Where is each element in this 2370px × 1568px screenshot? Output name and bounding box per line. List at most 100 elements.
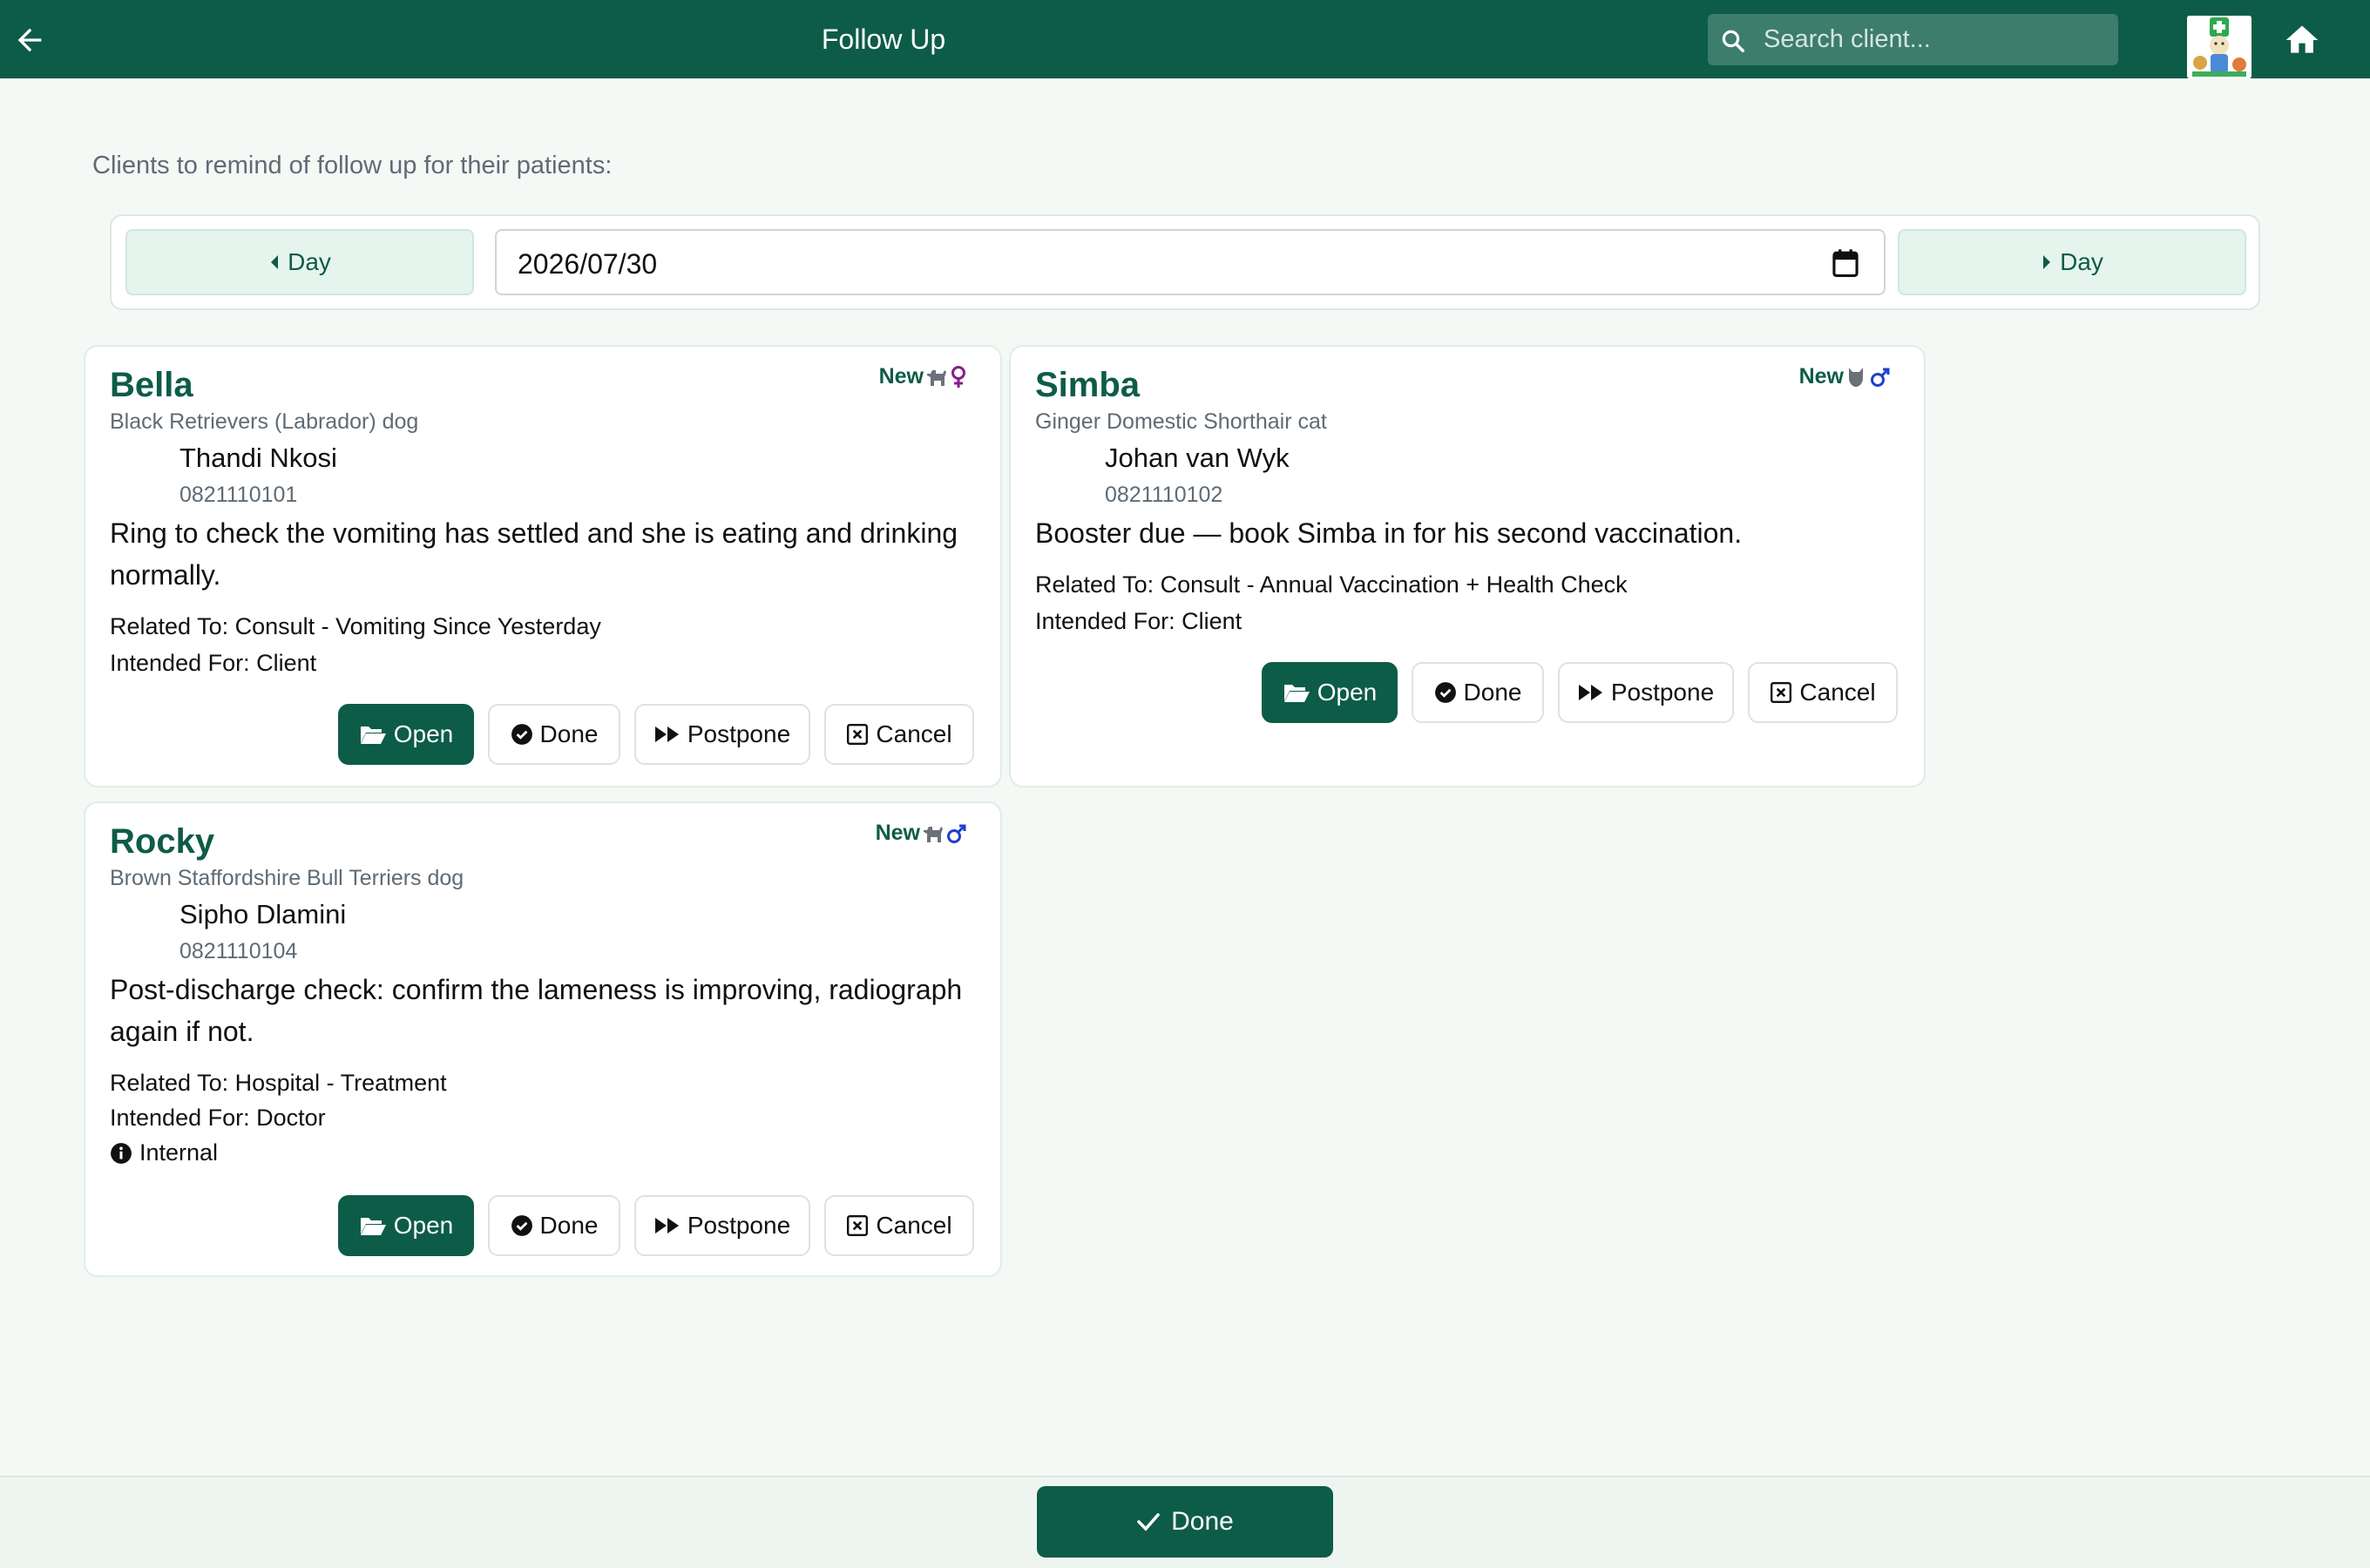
top-bar: Follow Up (0, 0, 2370, 78)
patient-badge: New (1799, 364, 1891, 389)
open-label: Open (1317, 679, 1378, 706)
postpone-label: Postpone (687, 720, 791, 747)
followup-note: Booster due — book Simba in for his seco… (1035, 517, 1743, 549)
close-square-icon (847, 1214, 869, 1237)
internal-label: Internal (139, 1139, 219, 1166)
open-button[interactable]: Open (338, 1195, 474, 1256)
close-square-icon (1771, 681, 1792, 704)
pet-name[interactable]: Simba (1035, 366, 1140, 405)
dog-icon (924, 826, 943, 842)
close-square-icon (847, 723, 869, 746)
home-button[interactable] (2283, 21, 2321, 59)
dog-icon (927, 369, 946, 386)
postpone-label: Postpone (687, 1212, 791, 1239)
caret-left-icon (271, 255, 279, 269)
intended-for: Intended For: Client (110, 650, 317, 676)
followup-card: Bella New Black Retrievers (Labrador) do… (84, 345, 1002, 787)
info-circle-icon (111, 1142, 132, 1164)
client-name: Thandi Nkosi (179, 443, 337, 473)
followup-card: Rocky New Brown Staffordshire Bull Terri… (84, 801, 1002, 1277)
clinic-logo-image (2187, 16, 2252, 78)
search-input[interactable] (1764, 14, 2109, 65)
cancel-label: Cancel (1799, 679, 1876, 706)
cat-icon (1849, 367, 1863, 387)
client-name: Sipho Dlamini (179, 899, 347, 929)
folder-open-icon (360, 1218, 386, 1235)
patient-badge: New (879, 364, 967, 389)
pet-breed: Ginger Domestic Shorthair cat (1035, 409, 1327, 434)
previous-day-label: Day (288, 248, 331, 275)
cancel-label: Cancel (876, 1212, 952, 1239)
intended-for: Intended For: Doctor (110, 1105, 326, 1131)
open-label: Open (393, 1212, 454, 1239)
footer-bar: Done (0, 1476, 2370, 1568)
footer-done-label: Done (1171, 1507, 1234, 1536)
cancel-button[interactable]: Cancel (1748, 662, 1898, 723)
male-icon (1871, 368, 1890, 387)
home-icon (2285, 25, 2319, 53)
female-icon (951, 365, 965, 388)
intro-text: Clients to remind of follow up for their… (92, 152, 613, 179)
check-circle-icon (511, 1215, 532, 1236)
open-button[interactable]: Open (1262, 662, 1398, 723)
intended-for: Intended For: Client (1035, 608, 1243, 634)
related-to: Related To: Consult - Vomiting Since Yes… (110, 613, 601, 639)
done-label: Done (539, 720, 599, 747)
page-title: Follow Up (821, 24, 946, 55)
calendar-icon[interactable] (1832, 248, 1859, 278)
pet-name[interactable]: Rocky (110, 822, 214, 862)
check-icon (1137, 1513, 1160, 1531)
male-icon (947, 824, 966, 843)
check-circle-icon (511, 724, 532, 745)
card-actions: Open Done Postpone Cancel (338, 1195, 974, 1256)
done-label: Done (539, 1212, 599, 1239)
card-actions: Open Done Postpone Cancel (1262, 662, 1898, 723)
pet-name[interactable]: Bella (110, 366, 193, 405)
done-button[interactable]: Done (488, 1195, 620, 1256)
followup-note: Ring to check the vomiting has settled a… (110, 517, 958, 591)
previous-day-button[interactable]: Day (125, 229, 474, 295)
related-to: Related To: Hospital - Treatment (110, 1070, 447, 1096)
postpone-button[interactable]: Postpone (634, 704, 810, 765)
folder-open-icon (1283, 685, 1310, 702)
search-icon (1722, 30, 1744, 52)
folder-open-icon (360, 727, 386, 744)
pet-breed: Black Retrievers (Labrador) dog (110, 409, 419, 434)
followup-note: Post-discharge check: confirm the lamene… (110, 974, 963, 1047)
date-navigator: Day 2026/07/30 Day (110, 214, 2260, 310)
fast-forward-icon (1578, 685, 1602, 700)
postpone-button[interactable]: Postpone (1558, 662, 1734, 723)
cancel-button[interactable]: Cancel (824, 1195, 974, 1256)
next-day-button[interactable]: Day (1898, 229, 2246, 295)
next-day-label: Day (2060, 248, 2103, 275)
client-phone: 0821110102 (1105, 483, 1223, 507)
new-badge: New (878, 364, 924, 389)
open-button[interactable]: Open (338, 704, 474, 765)
card-actions: Open Done Postpone Cancel (338, 704, 974, 765)
open-label: Open (393, 720, 454, 747)
caret-right-icon (2043, 255, 2051, 269)
internal-flag: Internal (110, 1139, 218, 1166)
patient-badge: New (876, 821, 967, 846)
done-button[interactable]: Done (488, 704, 620, 765)
postpone-label: Postpone (1610, 679, 1715, 706)
followup-card: Simba New Ginger Domestic Shorthair cat … (1009, 345, 1926, 787)
new-badge: New (875, 821, 920, 845)
footer-done-button[interactable]: Done (1037, 1486, 1333, 1558)
new-badge: New (1798, 364, 1844, 389)
client-phone: 0821110101 (179, 483, 298, 507)
fast-forward-icon (654, 1218, 679, 1233)
pet-breed: Brown Staffordshire Bull Terriers dog (110, 866, 464, 890)
cancel-button[interactable]: Cancel (824, 704, 974, 765)
related-to: Related To: Consult - Annual Vaccination… (1035, 571, 1628, 598)
check-circle-icon (1434, 682, 1456, 703)
done-button[interactable]: Done (1412, 662, 1544, 723)
search-box[interactable] (1708, 14, 2118, 65)
client-phone: 0821110104 (179, 939, 298, 963)
clinic-logo[interactable] (2187, 16, 2252, 78)
date-input[interactable]: 2026/07/30 (495, 229, 1886, 295)
cancel-label: Cancel (876, 720, 952, 747)
postpone-button[interactable]: Postpone (634, 1195, 810, 1256)
fast-forward-icon (654, 727, 679, 742)
client-name: Johan van Wyk (1105, 443, 1290, 473)
